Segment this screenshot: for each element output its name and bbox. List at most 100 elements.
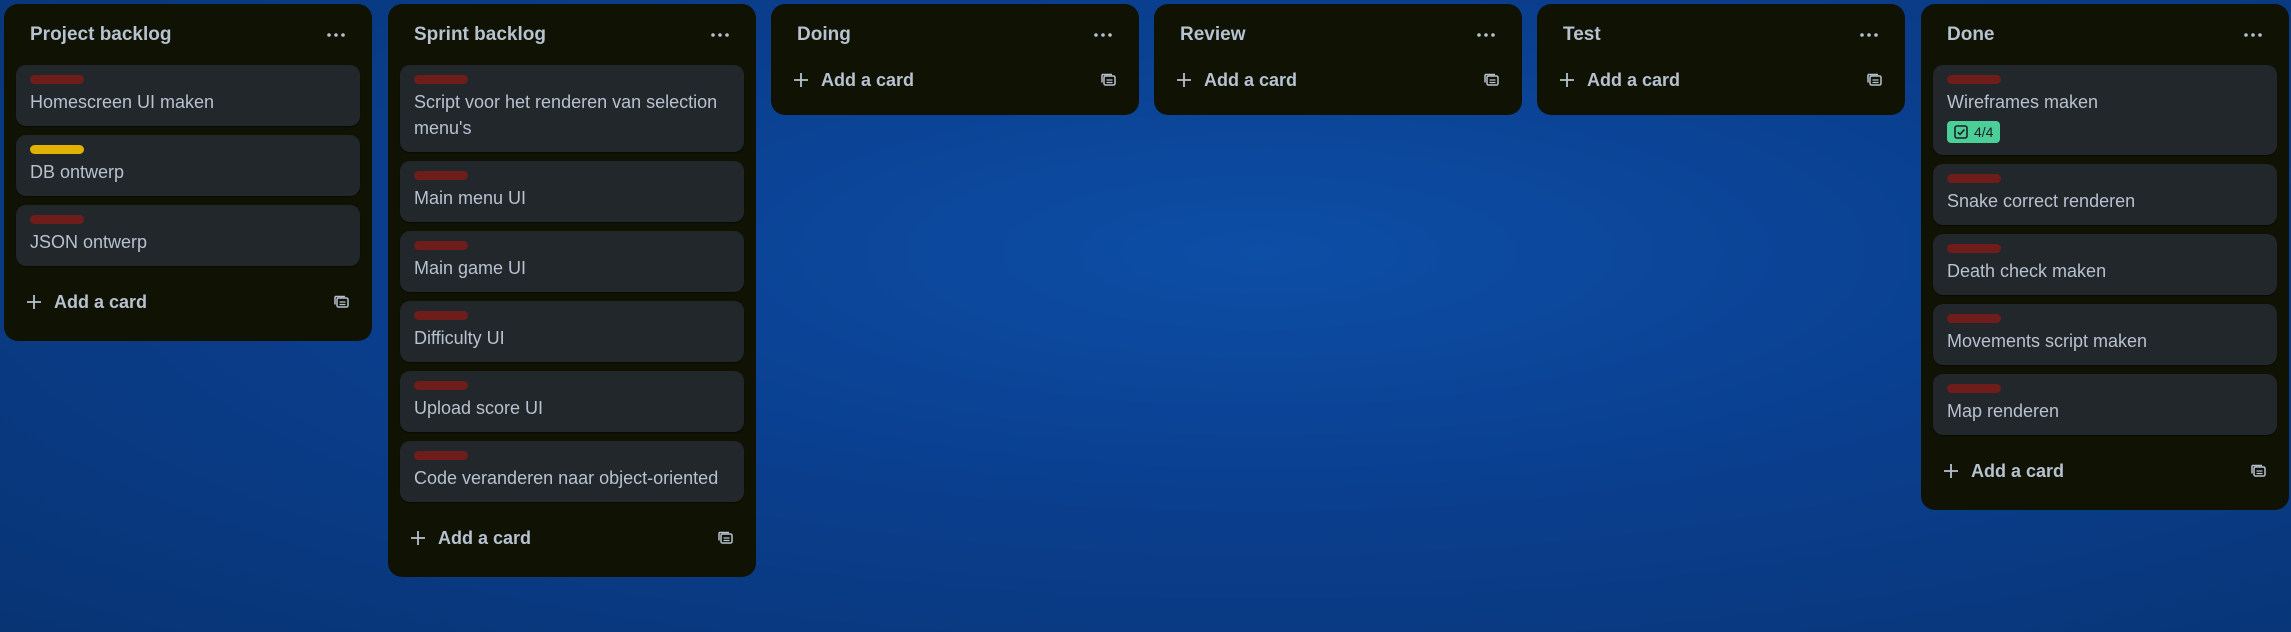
card-label-red[interactable] (30, 215, 84, 224)
card-title: Map renderen (1947, 401, 2060, 421)
ellipsis-icon[interactable] (322, 21, 350, 49)
plus-icon (1560, 73, 1574, 87)
ellipsis-icon[interactable] (1855, 21, 1883, 49)
list-title[interactable]: Test (1563, 24, 1601, 46)
add-card-button[interactable]: Add a card (410, 528, 531, 549)
card[interactable]: Map renderen (1933, 374, 2277, 435)
card-title: Code veranderen naar object-oriented (414, 468, 719, 488)
list-title[interactable]: Project backlog (30, 24, 172, 46)
card-title: Homescreen UI maken (30, 92, 215, 112)
card-label-red[interactable] (414, 381, 468, 390)
plus-icon (794, 73, 808, 87)
card-template-icon[interactable] (718, 530, 734, 546)
add-card-label: Add a card (1971, 460, 2065, 481)
ellipsis-icon[interactable] (706, 21, 734, 49)
card-title: JSON ontwerp (30, 232, 148, 252)
card-title: Snake correct renderen (1947, 191, 2136, 211)
list-header: Doing (783, 4, 1127, 65)
card[interactable]: Difficulty UI (400, 301, 744, 362)
list-footer: Add a card (400, 511, 744, 565)
list-footer: Add a card (1166, 57, 1510, 103)
card-label-red[interactable] (414, 311, 468, 320)
card-title: Script voor het renderen van selection m… (414, 92, 718, 138)
board: Project backlog Homescreen UI maken DB o… (0, 0, 2291, 632)
card[interactable]: Code veranderen naar object-oriented (400, 441, 744, 502)
card-label-red[interactable] (1947, 75, 2001, 84)
list-header: Review (1166, 4, 1510, 65)
card-title: Upload score UI (414, 398, 544, 418)
ellipsis-icon[interactable] (1472, 21, 1500, 49)
list-header: Done (1933, 4, 2277, 65)
card[interactable]: JSON ontwerp (16, 205, 360, 266)
list-done: Done Wireframes maken 4/4 Snake correct … (1921, 4, 2289, 510)
card-label-red[interactable] (30, 75, 84, 84)
card-label-red[interactable] (414, 241, 468, 250)
add-card-button[interactable]: Add a card (1176, 70, 1297, 91)
plus-icon (1944, 464, 1958, 478)
card-label-red[interactable] (414, 75, 468, 84)
list-title[interactable]: Sprint backlog (414, 24, 546, 46)
plus-icon (1177, 73, 1191, 87)
ellipsis-icon[interactable] (2239, 21, 2267, 49)
card-template-icon[interactable] (1867, 72, 1883, 88)
list-footer: Add a card (1933, 444, 2277, 498)
card[interactable]: DB ontwerp (16, 135, 360, 196)
list-title[interactable]: Doing (797, 24, 851, 46)
add-card-button[interactable]: Add a card (1943, 461, 2064, 482)
list-sprint-backlog: Sprint backlog Script voor het renderen … (388, 4, 756, 577)
card[interactable]: Homescreen UI maken (16, 65, 360, 126)
checkbox-icon (1954, 125, 1968, 139)
card[interactable]: Main menu UI (400, 161, 744, 222)
card-template-icon[interactable] (1484, 72, 1500, 88)
add-card-label: Add a card (438, 527, 532, 548)
card-title: Main menu UI (414, 188, 527, 208)
add-card-label: Add a card (1587, 69, 1681, 90)
card[interactable]: Script voor het renderen van selection m… (400, 65, 744, 152)
list-footer: Add a card (1549, 57, 1893, 103)
plus-icon (411, 531, 425, 545)
list-header: Project backlog (16, 4, 360, 65)
add-card-button[interactable]: Add a card (1559, 70, 1680, 91)
add-card-label: Add a card (54, 291, 148, 312)
card-template-icon[interactable] (2251, 463, 2267, 479)
list-header: Sprint backlog (400, 4, 744, 65)
card-template-icon[interactable] (1101, 72, 1117, 88)
card-label-red[interactable] (1947, 244, 2001, 253)
card-label-red[interactable] (1947, 174, 2001, 183)
card-title: Death check maken (1947, 261, 2107, 281)
add-card-label: Add a card (1204, 69, 1298, 90)
ellipsis-icon[interactable] (1089, 21, 1117, 49)
card-title: Main game UI (414, 258, 527, 278)
list-footer: Add a card (783, 57, 1127, 103)
card[interactable]: Snake correct renderen (1933, 164, 2277, 225)
plus-icon (27, 295, 41, 309)
list-title[interactable]: Review (1180, 24, 1245, 46)
card-label-red[interactable] (1947, 314, 2001, 323)
checklist-count: 4/4 (1974, 124, 1994, 140)
add-card-button[interactable]: Add a card (26, 292, 147, 313)
add-card-label: Add a card (821, 69, 915, 90)
card[interactable]: Main game UI (400, 231, 744, 292)
card-title: DB ontwerp (30, 162, 125, 182)
list-footer: Add a card (16, 275, 360, 329)
card-title: Movements script maken (1947, 331, 2148, 351)
card[interactable]: Death check maken (1933, 234, 2277, 295)
add-card-button[interactable]: Add a card (793, 70, 914, 91)
list-title[interactable]: Done (1947, 24, 1995, 46)
checklist-badge: 4/4 (1947, 121, 2001, 143)
card-title: Wireframes maken (1947, 92, 2099, 112)
list-review: Review Add a card (1154, 4, 1522, 115)
list-header: Test (1549, 4, 1893, 65)
card-label-red[interactable] (414, 171, 468, 180)
card-title: Difficulty UI (414, 328, 505, 348)
card-label-yellow[interactable] (30, 145, 84, 154)
list-doing: Doing Add a card (771, 4, 1139, 115)
list-project-backlog: Project backlog Homescreen UI maken DB o… (4, 4, 372, 341)
list-test: Test Add a card (1537, 4, 1905, 115)
card-label-red[interactable] (414, 451, 468, 460)
card-label-red[interactable] (1947, 384, 2001, 393)
card-template-icon[interactable] (334, 294, 350, 310)
card[interactable]: Upload score UI (400, 371, 744, 432)
card[interactable]: Movements script maken (1933, 304, 2277, 365)
card[interactable]: Wireframes maken 4/4 (1933, 65, 2277, 155)
